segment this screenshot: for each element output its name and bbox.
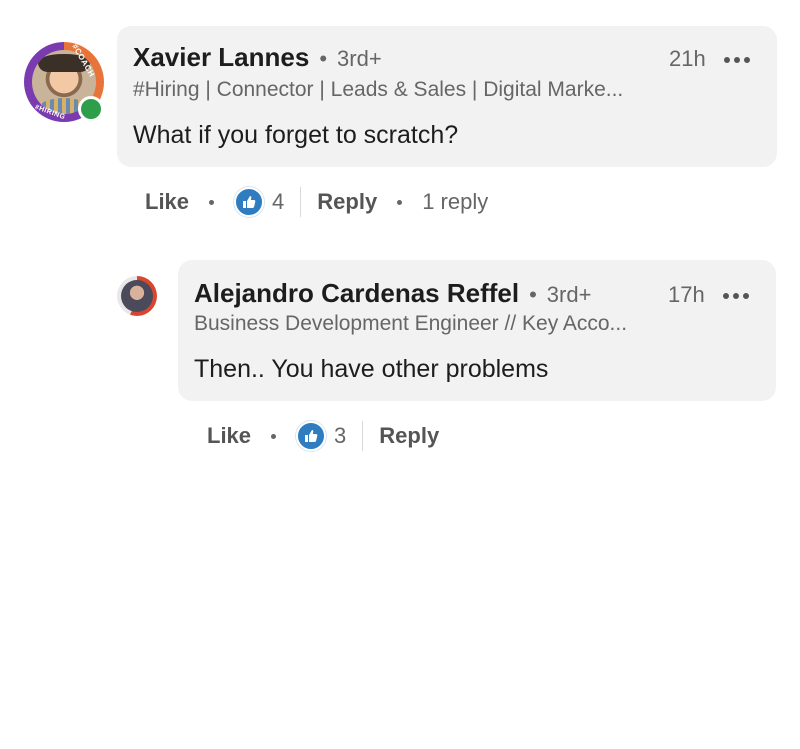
reaction-count[interactable]: 3 — [334, 423, 346, 449]
like-button[interactable]: Like — [145, 189, 189, 215]
separator-dot — [397, 199, 403, 205]
author-line: Xavier Lannes • 3rd+ — [133, 42, 382, 73]
timestamp: 21h — [669, 46, 706, 71]
author-line: Alejandro Cardenas Reffel • 3rd+ — [194, 278, 591, 309]
reply-button[interactable]: Reply — [317, 189, 377, 215]
more-options-icon[interactable] — [724, 55, 750, 65]
more-options-icon[interactable] — [723, 291, 749, 301]
connection-degree: 3rd+ — [546, 282, 592, 307]
comment-actions: Like 3 Reply — [207, 421, 439, 451]
thumbs-up-icon[interactable] — [296, 421, 327, 451]
divider — [300, 187, 302, 217]
separator-dot — [271, 433, 277, 439]
connection-degree: 3rd+ — [337, 46, 382, 71]
author-name[interactable]: Xavier Lannes — [133, 42, 309, 73]
separator-dot: • — [319, 46, 328, 71]
comment-text: Then.. You have other problems — [194, 355, 549, 383]
avatar-photo — [121, 280, 153, 312]
replies-count-link[interactable]: 1 reply — [422, 189, 488, 215]
timestamp: 17h — [668, 282, 705, 307]
avatar[interactable] — [117, 276, 157, 316]
divider — [362, 421, 364, 451]
comment-bubble: Alejandro Cardenas Reffel • 3rd+ 17h Bus… — [178, 260, 776, 401]
author-name[interactable]: Alejandro Cardenas Reffel — [194, 278, 519, 309]
online-status-icon — [78, 96, 104, 122]
author-headline: Business Development Engineer // Key Acc… — [194, 312, 628, 335]
separator-dot: • — [529, 282, 537, 307]
thumbs-up-icon[interactable] — [234, 187, 265, 217]
reply-button[interactable]: Reply — [379, 423, 439, 449]
comment-text: What if you forget to scratch? — [133, 121, 459, 149]
like-button[interactable]: Like — [207, 423, 251, 449]
separator-dot — [209, 199, 215, 205]
comment-actions: Like 4 Reply 1 reply — [145, 187, 488, 217]
comment-bubble: Xavier Lannes • 3rd+ 21h #Hiring | Conne… — [117, 26, 777, 167]
author-headline: #Hiring | Connector | Leads & Sales | Di… — [133, 78, 624, 101]
reaction-count[interactable]: 4 — [272, 189, 284, 215]
